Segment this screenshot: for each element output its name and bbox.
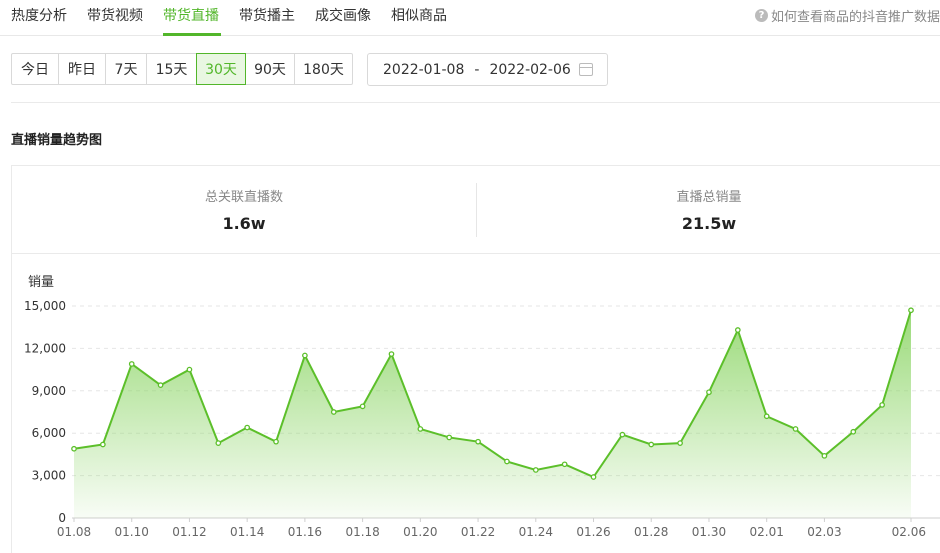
calendar-icon[interactable]: [579, 63, 593, 76]
tab-similar-products[interactable]: 相似商品: [391, 5, 447, 25]
top-tab-bar: 热度分析 带货视频 带货直播 带货播主 成交画像 相似商品 ? 如何查看商品的抖…: [0, 0, 940, 36]
stats-row: 总关联直播数 1.6w 直播总销量 21.5w: [12, 166, 940, 254]
help-link[interactable]: ? 如何查看商品的抖音推广数据: [754, 6, 940, 25]
date-range-picker[interactable]: 2022-01-08 - 2022-02-06: [367, 53, 608, 86]
range-yesterday-button[interactable]: 昨日: [58, 53, 106, 85]
divider: [11, 102, 940, 103]
tab-heat-analysis[interactable]: 热度分析: [11, 5, 67, 25]
range-today-button[interactable]: 今日: [11, 53, 59, 85]
tab-sales-hosts[interactable]: 带货播主: [239, 5, 295, 25]
help-text: 如何查看商品的抖音推广数据: [770, 10, 940, 25]
tab-buyer-profile[interactable]: 成交画像: [315, 5, 371, 25]
stat-value: 21.5w: [681, 214, 737, 233]
date-start[interactable]: 2022-01-08: [383, 62, 464, 78]
stat-total-live: 总关联直播数 1.6w: [12, 166, 476, 254]
range-30d-button[interactable]: 30天: [196, 53, 246, 85]
trend-card: 总关联直播数 1.6w 直播总销量 21.5w: [11, 165, 940, 553]
date-separator: -: [474, 61, 480, 78]
range-7d-button[interactable]: 7天: [105, 53, 147, 85]
range-180d-button[interactable]: 180天: [294, 53, 353, 85]
stat-label: 直播总销量: [676, 190, 742, 205]
tab-sales-videos[interactable]: 带货视频: [87, 5, 143, 25]
tab-sales-live[interactable]: 带货直播: [163, 5, 219, 25]
date-range-buttons: 今日 昨日 7天 15天 30天 90天 180天: [11, 53, 353, 85]
section-title: 直播销量趋势图: [11, 133, 103, 148]
stat-value: 1.6w: [222, 214, 266, 233]
stat-label: 总关联直播数: [204, 190, 283, 205]
active-tab-indicator: [163, 33, 221, 36]
question-icon: ?: [754, 9, 768, 22]
range-90d-button[interactable]: 90天: [245, 53, 295, 85]
date-end[interactable]: 2022-02-06: [489, 62, 570, 78]
stat-total-sales: 直播总销量 21.5w: [477, 166, 940, 254]
range-15d-button[interactable]: 15天: [146, 53, 197, 85]
